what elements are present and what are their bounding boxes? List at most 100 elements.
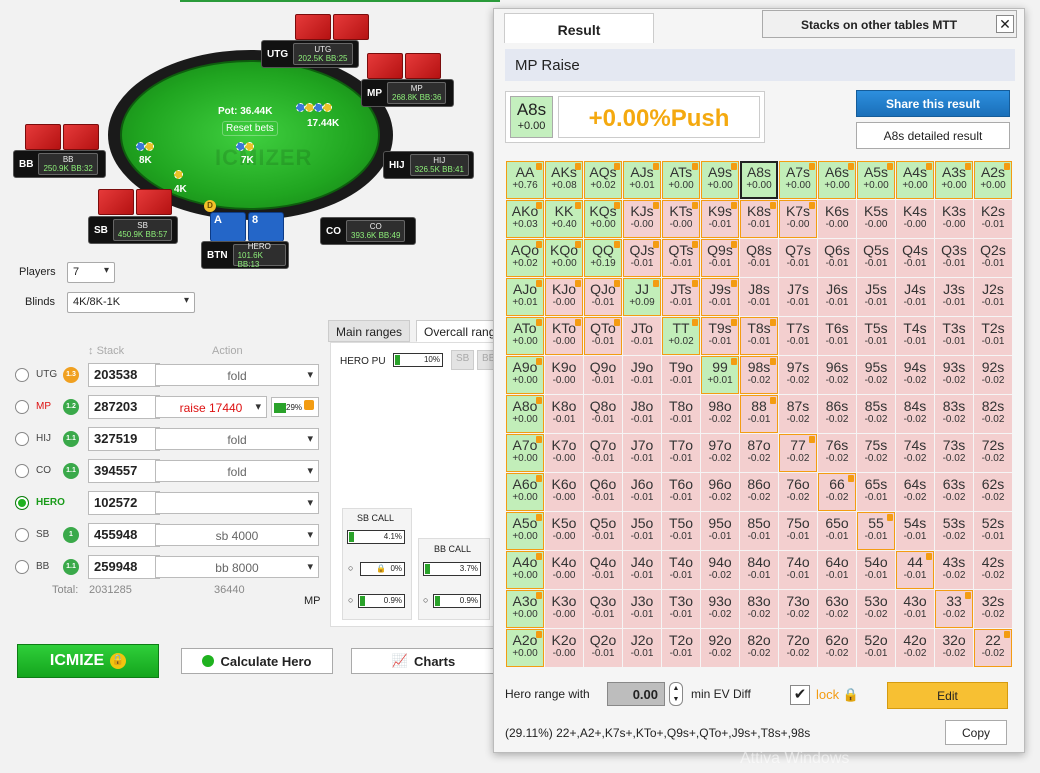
hand-cell[interactable]: 22 -0.02 <box>974 629 1012 667</box>
stack-input[interactable]: 455948 <box>88 523 160 547</box>
hand-cell[interactable]: 94o -0.02 <box>701 551 739 589</box>
hand-cell[interactable]: 97s -0.02 <box>779 356 817 394</box>
hand-cell[interactable]: T3s -0.01 <box>935 317 973 355</box>
charts-button[interactable]: 📈 Charts <box>351 648 496 674</box>
hand-cell[interactable]: A3o +0.00 <box>506 590 544 628</box>
hand-cell[interactable]: 82s -0.02 <box>974 395 1012 433</box>
hand-cell[interactable]: J2s -0.01 <box>974 278 1012 316</box>
tab-overcall-ranges[interactable]: Overcall rang <box>416 320 501 342</box>
hand-cell[interactable]: 88 -0.01 <box>740 395 778 433</box>
bb-row2-pct[interactable]: 0.9% <box>433 594 481 608</box>
hand-cell[interactable]: Q5s -0.01 <box>857 239 895 277</box>
hand-cell[interactable]: AQo +0.02 <box>506 239 544 277</box>
hand-cell[interactable]: 97o -0.02 <box>701 434 739 472</box>
hand-cell[interactable]: KTo -0.00 <box>545 317 583 355</box>
stack-input[interactable]: 102572 <box>88 491 160 515</box>
hand-cell[interactable]: J3s -0.01 <box>935 278 973 316</box>
hand-cell[interactable]: A5s +0.00 <box>857 161 895 199</box>
hand-cell[interactable]: 33 -0.02 <box>935 590 973 628</box>
hand-cell[interactable]: 52o -0.01 <box>857 629 895 667</box>
hand-cell[interactable]: J6s -0.01 <box>818 278 856 316</box>
hand-cell[interactable]: 87s -0.02 <box>779 395 817 433</box>
hand-cell[interactable]: TT +0.02 <box>662 317 700 355</box>
hand-cell[interactable]: Q9s -0.01 <box>701 239 739 277</box>
hand-cell[interactable]: 95o -0.01 <box>701 512 739 550</box>
hand-cell[interactable]: 73s -0.02 <box>935 434 973 472</box>
stack-input[interactable]: 287203 <box>88 395 160 419</box>
hand-cell[interactable]: J2o -0.01 <box>623 629 661 667</box>
copy-button[interactable]: Copy <box>945 720 1007 745</box>
share-result-button[interactable]: Share this result <box>856 90 1010 117</box>
hand-cell[interactable]: J5o -0.01 <box>623 512 661 550</box>
hand-cell[interactable]: 87o -0.02 <box>740 434 778 472</box>
hand-cell[interactable]: T5o -0.01 <box>662 512 700 550</box>
hand-cell[interactable]: 74o -0.01 <box>779 551 817 589</box>
hand-cell[interactable]: 83s -0.02 <box>935 395 973 433</box>
hand-cell[interactable]: KJs -0.00 <box>623 200 661 238</box>
hand-cell[interactable]: 93o -0.02 <box>701 590 739 628</box>
hand-cell[interactable]: 86s -0.02 <box>818 395 856 433</box>
hand-cell[interactable]: K2o -0.00 <box>545 629 583 667</box>
hand-cell[interactable]: K2s -0.01 <box>974 200 1012 238</box>
hand-cell[interactable]: K8o -0.01 <box>545 395 583 433</box>
hand-cell[interactable]: KTs -0.00 <box>662 200 700 238</box>
seat-bb[interactable]: BB BB 250.9K BB:32 <box>13 150 106 178</box>
hand-cell[interactable]: 42s -0.02 <box>974 551 1012 589</box>
hand-cell[interactable]: Q3s -0.01 <box>935 239 973 277</box>
blinds-select[interactable]: 4K/8K-1K <box>67 292 195 313</box>
bb-call-pct[interactable]: 3.7% <box>423 562 481 576</box>
hand-cell[interactable]: QJs -0.01 <box>623 239 661 277</box>
hand-cell[interactable]: 83o -0.02 <box>740 590 778 628</box>
hand-cell[interactable]: 53s -0.02 <box>935 512 973 550</box>
hand-cell[interactable]: T5s -0.01 <box>857 317 895 355</box>
hand-cell[interactable]: A4o +0.00 <box>506 551 544 589</box>
hand-cell[interactable]: 62s -0.02 <box>974 473 1012 511</box>
hand-cell[interactable]: T6o -0.01 <box>662 473 700 511</box>
hand-cell[interactable]: 53o -0.02 <box>857 590 895 628</box>
hand-cell[interactable]: 52s -0.01 <box>974 512 1012 550</box>
hand-cell[interactable]: T2o -0.01 <box>662 629 700 667</box>
hand-cell[interactable]: A8o +0.00 <box>506 395 544 433</box>
hand-cell[interactable]: A2o +0.00 <box>506 629 544 667</box>
hand-cell[interactable]: 54o -0.01 <box>857 551 895 589</box>
hand-cell[interactable]: Q4s -0.01 <box>896 239 934 277</box>
hand-cell[interactable]: QTs -0.01 <box>662 239 700 277</box>
hand-cell[interactable]: T9s -0.01 <box>701 317 739 355</box>
hand-cell[interactable]: 72s -0.02 <box>974 434 1012 472</box>
hand-cell[interactable]: 44 -0.01 <box>896 551 934 589</box>
hand-cell[interactable]: 95s -0.02 <box>857 356 895 394</box>
detailed-result-button[interactable]: A8s detailed result <box>856 122 1010 149</box>
hand-cell[interactable]: K7s -0.00 <box>779 200 817 238</box>
hand-cell[interactable]: A6o +0.00 <box>506 473 544 511</box>
hand-cell[interactable]: AKo +0.03 <box>506 200 544 238</box>
hand-cell[interactable]: 84o -0.01 <box>740 551 778 589</box>
hand-cell[interactable]: T4o -0.01 <box>662 551 700 589</box>
sb-row3-pct[interactable]: 0.9% <box>358 594 405 608</box>
hand-cell[interactable]: K4s -0.00 <box>896 200 934 238</box>
hand-cell[interactable]: K5o -0.00 <box>545 512 583 550</box>
hand-cell[interactable]: Q8s -0.01 <box>740 239 778 277</box>
hand-cell[interactable]: J9o -0.01 <box>623 356 661 394</box>
hand-cell[interactable]: K9o -0.00 <box>545 356 583 394</box>
hand-cell[interactable]: KQs +0.00 <box>584 200 622 238</box>
action-select[interactable]: sb 4000 <box>155 524 319 546</box>
hand-cell[interactable]: K7o -0.00 <box>545 434 583 472</box>
hand-cell[interactable]: 73o -0.02 <box>779 590 817 628</box>
hand-cell[interactable]: A7o +0.00 <box>506 434 544 472</box>
icmize-button[interactable]: ICMIZE 🔒 <box>17 644 159 678</box>
action-select[interactable]: fold <box>155 364 319 386</box>
hand-cell[interactable]: 74s -0.02 <box>896 434 934 472</box>
position-radio[interactable] <box>15 368 29 382</box>
hand-cell[interactable]: 62o -0.02 <box>818 629 856 667</box>
hand-cell[interactable]: A3s +0.00 <box>935 161 973 199</box>
tab-main-ranges[interactable]: Main ranges <box>328 320 411 342</box>
hand-cell[interactable]: KK +0.40 <box>545 200 583 238</box>
hand-cell[interactable]: A9s +0.00 <box>701 161 739 199</box>
stepper-icon[interactable]: ▲ ▼ <box>669 682 683 706</box>
hand-cell[interactable]: 82o -0.02 <box>740 629 778 667</box>
hand-cell[interactable]: A8s +0.00 <box>740 161 778 199</box>
sb-row2-pct[interactable]: 🔒 0% <box>360 562 405 576</box>
hand-cell[interactable]: 66 -0.02 <box>818 473 856 511</box>
hand-cell[interactable]: 76s -0.02 <box>818 434 856 472</box>
hand-cell[interactable]: AQs +0.02 <box>584 161 622 199</box>
